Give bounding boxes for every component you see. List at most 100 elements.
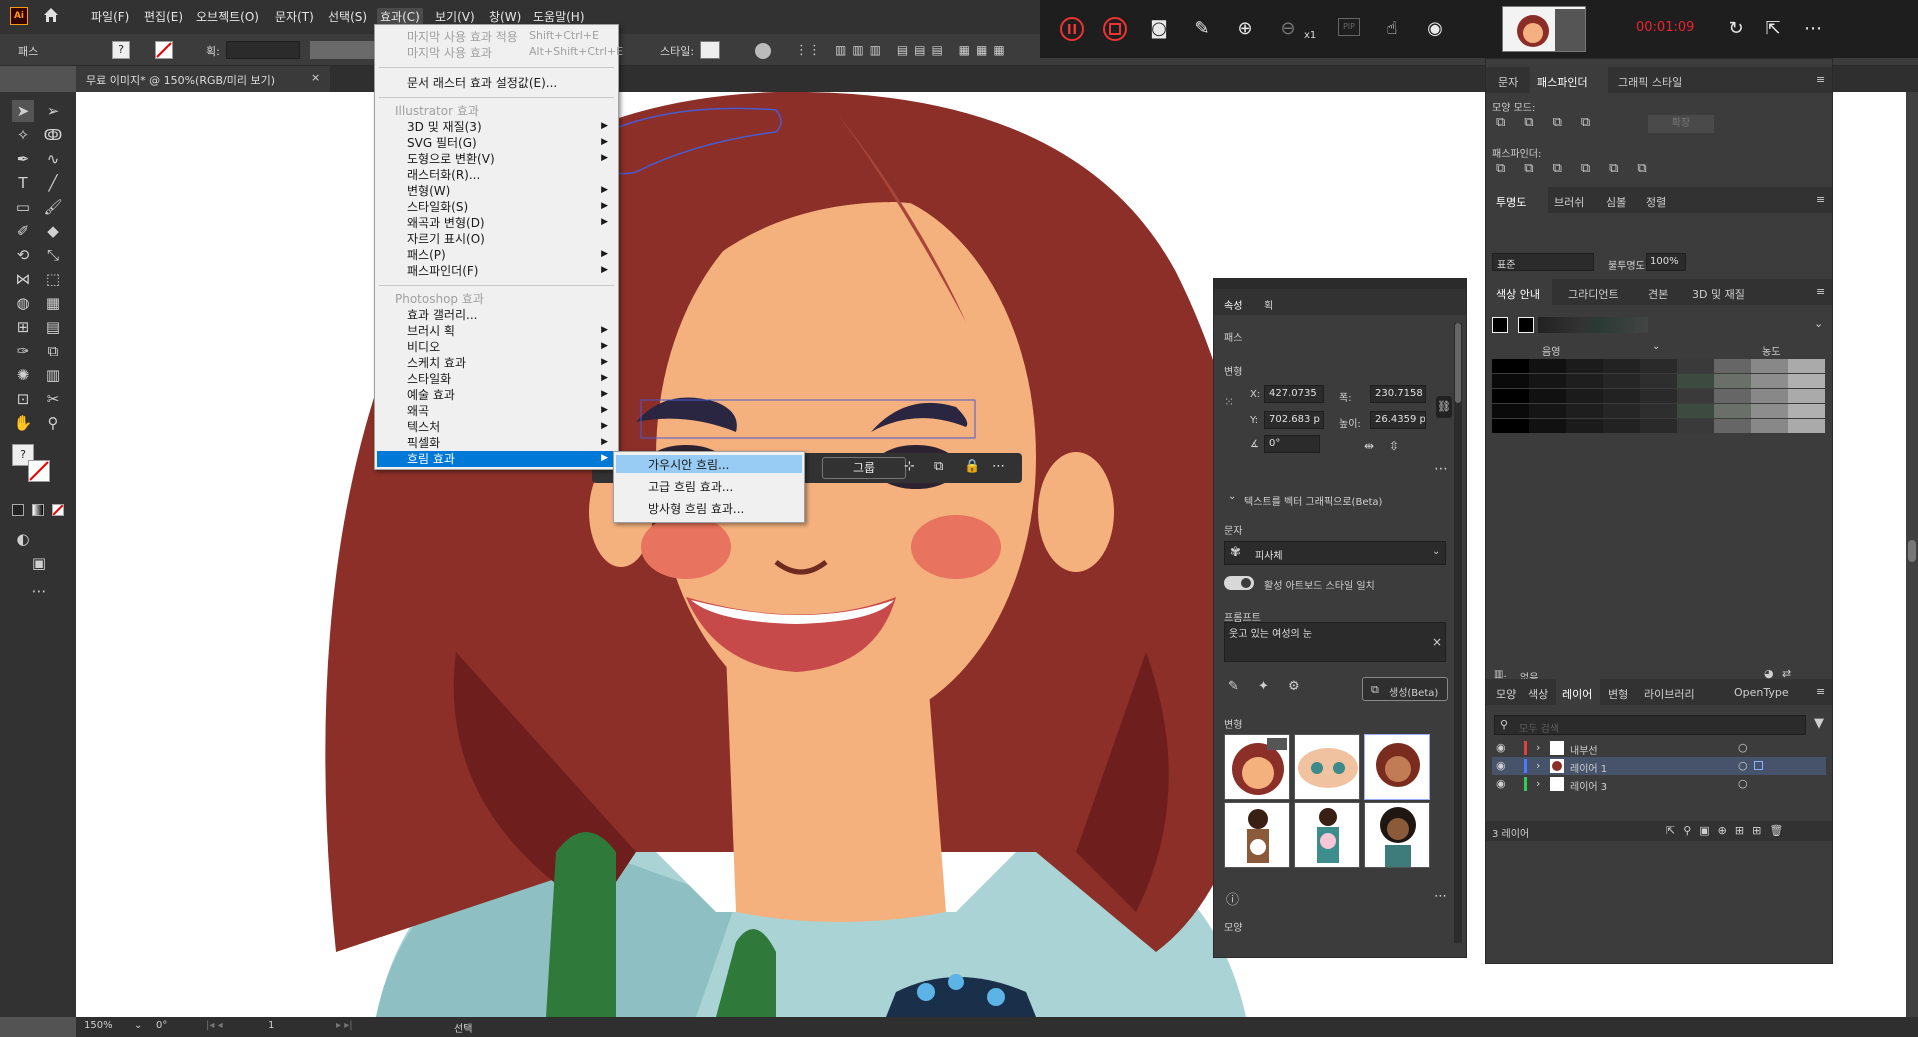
menu-edit[interactable]: 편집(E) xyxy=(144,8,183,25)
target-circle-icon[interactable]: ○ xyxy=(1738,741,1748,754)
pen-tool-icon[interactable]: ✒ xyxy=(12,148,34,170)
menu-radial-blur[interactable]: 방사형 흐림 효과... xyxy=(648,500,744,517)
align-buttons[interactable]: ▥▥▥ ▤▤▤ ▦▦▦ xyxy=(835,43,1011,57)
effects-icon[interactable]: ✦ xyxy=(1258,679,1269,694)
color-guide-swatch[interactable] xyxy=(1566,419,1603,433)
artboard-tool-icon[interactable]: ⊡ xyxy=(12,388,34,410)
shape-mode-buttons[interactable]: ⧉⧉⧉⧉ xyxy=(1496,115,1609,130)
menu-gaussian-blur[interactable]: 가우시안 흐림... xyxy=(648,456,730,473)
color-guide-swatch[interactable] xyxy=(1566,374,1603,388)
home-icon[interactable] xyxy=(42,6,60,24)
symbol-sprayer-icon[interactable]: ✺ xyxy=(12,364,34,386)
color-guide-swatch[interactable] xyxy=(1640,374,1677,388)
color-guide-grid[interactable] xyxy=(1492,359,1826,435)
expand-button[interactable]: 확장 xyxy=(1648,115,1714,133)
document-tab[interactable]: 무료 이미지* @ 150%(RGB/미리 보기) × xyxy=(76,66,330,92)
color-guide-swatch[interactable] xyxy=(1529,374,1566,388)
color-guide-swatch[interactable] xyxy=(1751,389,1788,403)
color-guide-swatch[interactable] xyxy=(1714,404,1751,418)
menu-3d[interactable]: 3D 및 재질(3) xyxy=(407,119,482,135)
recolor-icon[interactable] xyxy=(755,43,771,59)
tab-color[interactable]: 색상 xyxy=(1528,686,1548,702)
menu-sketch[interactable]: 스케치 효과 xyxy=(407,355,466,371)
color-guide-swatch[interactable] xyxy=(1788,419,1825,433)
shaper-tool-icon[interactable]: ✐ xyxy=(12,220,34,242)
color-guide-swatch[interactable] xyxy=(1529,359,1566,373)
color-guide-swatch[interactable] xyxy=(1492,389,1529,403)
color-guide-swatch[interactable] xyxy=(1788,404,1825,418)
menu-brush-strokes[interactable]: 브러시 획 xyxy=(407,323,455,339)
menu-last-effect-apply[interactable]: 마지막 사용 효과 적용 xyxy=(407,29,518,45)
edit-toolbar-icon[interactable]: ⋯ xyxy=(28,580,50,602)
artboard-number[interactable]: 1 xyxy=(268,1020,274,1031)
pause-icon[interactable] xyxy=(1059,16,1085,42)
visibility-eye-icon[interactable]: ◉ xyxy=(1496,741,1506,754)
tab-swatches[interactable]: 견본 xyxy=(1648,286,1668,302)
color-guide-swatch[interactable] xyxy=(1640,404,1677,418)
color-guide-swatch[interactable] xyxy=(1677,389,1714,403)
tab-character[interactable]: 문자 xyxy=(1498,74,1518,90)
tab-libraries[interactable]: 라이브러리 xyxy=(1644,686,1695,702)
base-color-swatch[interactable] xyxy=(1492,317,1508,333)
zoom-out-icon[interactable]: ⊖ xyxy=(1275,16,1301,42)
variation-thumbnail[interactable] xyxy=(1364,802,1430,868)
variation-thumbnail[interactable] xyxy=(1224,802,1290,868)
eraser-icon[interactable]: ◆ xyxy=(42,220,64,242)
stroke-swatch[interactable] xyxy=(155,41,173,59)
tab-appearance[interactable]: 모양 xyxy=(1496,686,1516,702)
none-mode-icon[interactable] xyxy=(52,504,64,516)
color-guide-swatch[interactable] xyxy=(1640,419,1677,433)
menu-pixelate[interactable]: 픽셀화 xyxy=(407,435,440,451)
variations-more-icon[interactable]: ⋯ xyxy=(1434,889,1447,904)
rotation-value[interactable]: 0° xyxy=(156,1020,167,1031)
color-guide-swatch[interactable] xyxy=(1714,389,1751,403)
target-circle-icon[interactable]: ○ xyxy=(1738,759,1748,772)
color-guide-swatch[interactable] xyxy=(1603,419,1640,433)
hand-tool-icon[interactable]: ✋ xyxy=(12,412,34,434)
color-guide-swatch[interactable] xyxy=(1566,404,1603,418)
color-guide-swatch[interactable] xyxy=(1529,404,1566,418)
color-guide-swatch[interactable] xyxy=(1714,374,1751,388)
screenshot-icon[interactable]: ◙ xyxy=(1146,16,1172,42)
tab-properties[interactable]: 속성 xyxy=(1224,297,1242,312)
layer-row[interactable]: ◉ › 레이어 3 ○ xyxy=(1492,775,1826,793)
color-guide-swatch[interactable] xyxy=(1677,374,1714,388)
tab-transparency[interactable]: 투명도 xyxy=(1496,194,1526,210)
shape-builder-icon[interactable]: ◍ xyxy=(12,292,34,314)
expand-arrow-icon[interactable]: › xyxy=(1536,759,1540,772)
gradient-mode-icon[interactable] xyxy=(32,504,44,516)
blend-tool-icon[interactable]: ⧉ xyxy=(42,340,64,362)
color-guide-swatch[interactable] xyxy=(1603,374,1640,388)
menu-raster-settings[interactable]: 문서 래스터 효과 설정값(E)... xyxy=(407,75,557,91)
tab-layers[interactable]: 레이어 xyxy=(1562,686,1592,702)
transform-more-icon[interactable]: ⋯ xyxy=(1434,461,1448,477)
menu-distort-transform[interactable]: 변형(W) xyxy=(407,183,450,199)
menu-type[interactable]: 문자(T) xyxy=(275,8,314,25)
mesh-tool-icon[interactable]: ⊞ xyxy=(12,316,34,338)
direct-selection-tool-icon[interactable]: ➢ xyxy=(42,100,64,122)
screen-mode-icon[interactable]: ▣ xyxy=(28,552,50,574)
settings-gear-icon[interactable]: ⚙ xyxy=(1288,679,1300,694)
height-field[interactable]: 26.4359 p xyxy=(1370,411,1426,429)
tab-brushes[interactable]: 브러쉬 xyxy=(1554,194,1584,210)
panel-menu-icon[interactable]: ≡ xyxy=(1816,685,1825,698)
width-tool-icon[interactable]: ⋈ xyxy=(12,268,34,290)
layer-action-icons[interactable]: ⇱⚲▣⊕⊞⊞🗑 xyxy=(1666,824,1791,837)
selection-tool-icon[interactable]: ➤ xyxy=(12,100,34,122)
color-guide-swatch[interactable] xyxy=(1566,389,1603,403)
paintbrush-icon[interactable]: 🖌 xyxy=(42,196,64,218)
menu-smart-blur[interactable]: 고급 흐림 효과... xyxy=(648,478,733,495)
menu-texture[interactable]: 텍스처 xyxy=(407,419,440,435)
menu-effect[interactable]: 효과(C) xyxy=(377,8,423,25)
variable-width-profile[interactable] xyxy=(310,41,374,59)
color-guide-swatch[interactable] xyxy=(1751,419,1788,433)
style-picker-icon[interactable]: ✎ xyxy=(1228,679,1239,694)
curvature-tool-icon[interactable]: ∿ xyxy=(42,148,64,170)
menu-window[interactable]: 창(W) xyxy=(489,8,521,25)
menu-path[interactable]: 패스(P) xyxy=(407,247,446,263)
duplicate-icon[interactable]: ⧉ xyxy=(934,459,943,474)
color-guide-swatch[interactable] xyxy=(1492,404,1529,418)
menu-distort[interactable]: 왜곡 xyxy=(407,403,429,419)
graph-tool-icon[interactable]: ▥ xyxy=(42,364,64,386)
layer-row-selected[interactable]: ◉ › 레이어 1 ○ xyxy=(1492,757,1826,775)
